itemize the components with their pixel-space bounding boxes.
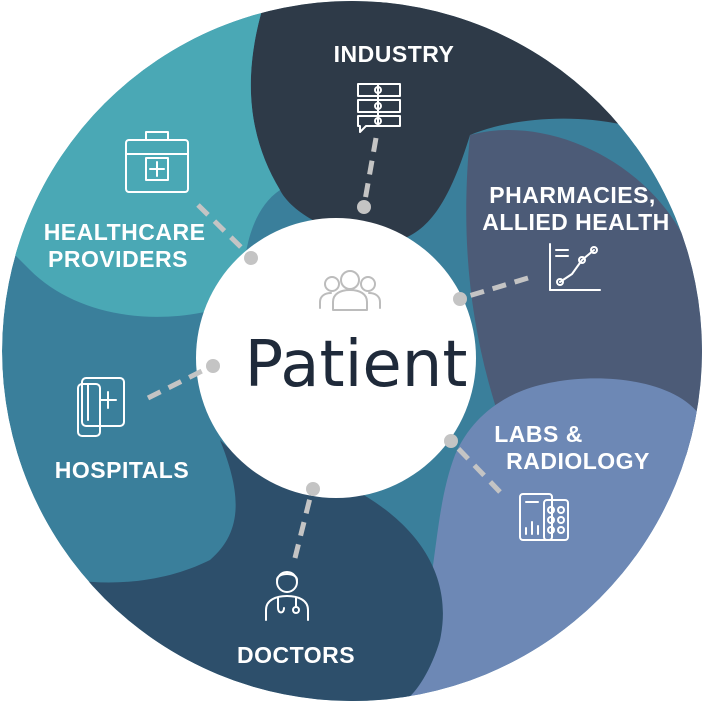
- dot-industry: [357, 200, 371, 214]
- label-hospitals: HOSPITALS: [55, 457, 189, 483]
- dot-healthcare: [244, 251, 258, 265]
- dot-doctors: [306, 482, 320, 496]
- dot-labs: [444, 434, 458, 448]
- patient-ecosystem-diagram: Patient INDUSTRY PHARMACIES, ALLIED HEAL…: [0, 0, 703, 702]
- dot-pharmacies: [453, 292, 467, 306]
- label-healthcare: HEALTHCARE PROVIDERS: [44, 219, 213, 272]
- center-label: Patient: [245, 328, 468, 402]
- dot-hospitals: [206, 359, 220, 373]
- label-industry: INDUSTRY: [334, 41, 455, 67]
- diagram-canvas: Patient INDUSTRY PHARMACIES, ALLIED HEAL…: [2, 1, 702, 701]
- label-doctors: DOCTORS: [237, 642, 355, 668]
- label-pharmacies: PHARMACIES, ALLIED HEALTH: [482, 182, 670, 235]
